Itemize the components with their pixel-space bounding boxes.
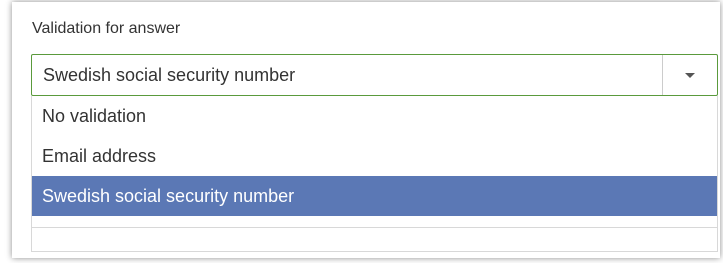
validation-selected-value: Swedish social security number [43,65,296,85]
option-no-validation[interactable]: No validation [32,96,717,136]
dropdown-toggle-button[interactable] [662,55,717,95]
option-swedish-social-security-number[interactable]: Swedish social security number [32,176,717,216]
menu-spacer [32,216,717,228]
validation-label: Validation for answer [32,20,181,37]
underlying-field [31,228,718,252]
chevron-down-icon [685,72,695,78]
validation-settings-panel: Validation for answer Swedish social sec… [12,2,720,258]
validation-select[interactable]: Swedish social security number [31,54,718,96]
screenshot-stage: Validation for answer Swedish social sec… [0,0,723,263]
option-email-address[interactable]: Email address [32,136,717,176]
validation-options-list: No validation Email address Swedish soci… [31,96,718,228]
